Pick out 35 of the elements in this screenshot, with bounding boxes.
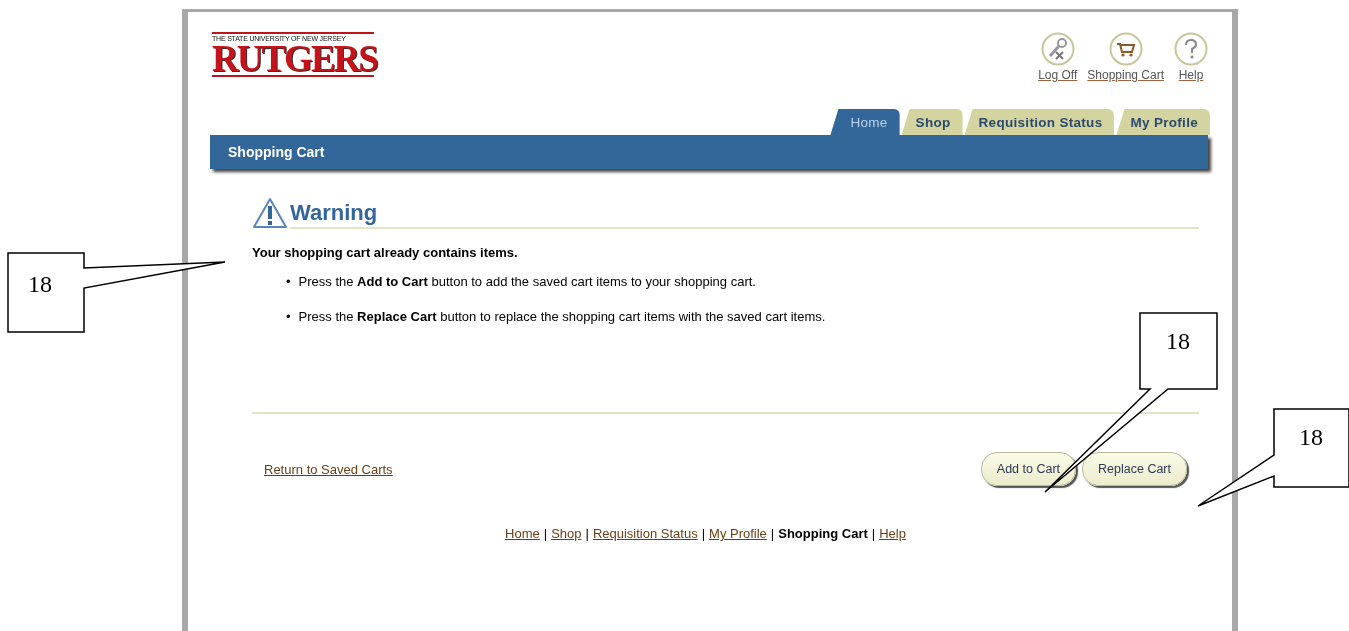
- footer-link[interactable]: My Profile: [709, 526, 767, 541]
- action-button[interactable]: Replace Cart: [1082, 452, 1187, 486]
- separator-text: |: [770, 526, 775, 541]
- separator-text: |: [871, 526, 876, 541]
- instruction-text: Press the Add to Cart button to add the saved cart items to your shopping cart.: [298, 274, 756, 289]
- return-link[interactable]: Return to Saved Carts: [264, 461, 393, 477]
- global-link[interactable]: Help: [1174, 32, 1208, 82]
- page-title-bar: Shopping Cart: [210, 135, 1208, 169]
- nav-tab[interactable]: Shop: [901, 109, 963, 135]
- instruction-text: Press the Replace Cart button to replace the shopping cart items with the saved cart items.: [298, 309, 826, 324]
- footer-link[interactable]: Shop: [551, 526, 582, 541]
- global-link[interactable]: Log Off: [1038, 32, 1078, 82]
- callout-number: 18: [1166, 328, 1190, 354]
- bullet-text: •: [286, 309, 291, 324]
- key-icon: [1040, 32, 1075, 66]
- callout-number: 18: [1299, 424, 1323, 450]
- nav-tab[interactable]: My Profile: [1116, 109, 1210, 135]
- warning-icon: [252, 197, 288, 229]
- callout-number: 18: [28, 271, 52, 297]
- help-icon: [1174, 32, 1208, 66]
- warning-heading: Warning: [290, 200, 1199, 229]
- bullet-text: •: [286, 274, 291, 289]
- footer-link[interactable]: Requisition Status: [592, 526, 698, 541]
- separator-text: |: [543, 526, 548, 541]
- footer-link[interactable]: Help: [879, 526, 906, 541]
- warning-message: Your shopping cart already contains items.: [252, 245, 519, 260]
- action-button[interactable]: Add to Cart: [980, 452, 1077, 486]
- footer-link[interactable]: Home: [505, 526, 540, 541]
- nav-tab[interactable]: Requisition Status: [964, 109, 1115, 135]
- nav-tab[interactable]: Home: [830, 109, 900, 135]
- cart-icon: [1108, 32, 1143, 66]
- global-link[interactable]: Shopping Cart: [1087, 32, 1164, 82]
- separator-text: |: [701, 526, 706, 541]
- current-page-text: Shopping Cart: [778, 526, 868, 541]
- separator-text: |: [585, 526, 589, 541]
